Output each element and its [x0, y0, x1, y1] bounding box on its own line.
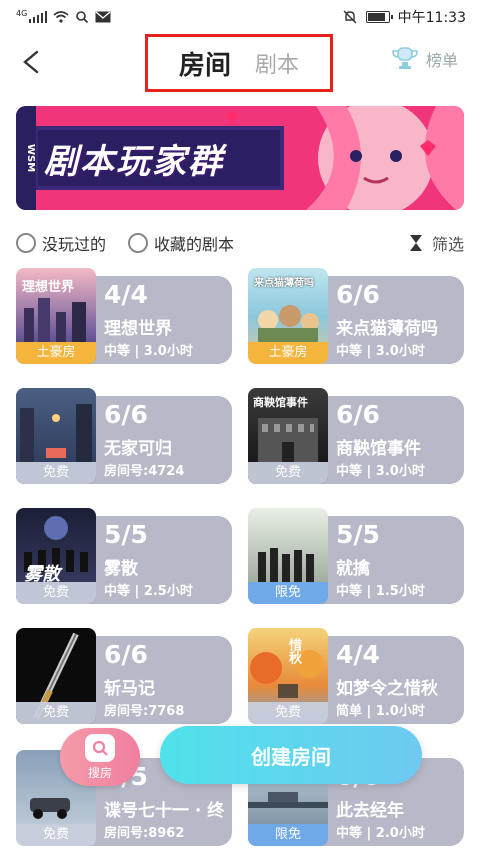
- room-name: 雾散: [104, 559, 138, 579]
- room-card[interactable]: 来点猫薄荷吗 土豪房 6/6 来点猫薄荷吗 中等 | 3.0小时: [248, 268, 464, 364]
- room-thumbnail: 商鞅馆事件 免费: [248, 388, 328, 484]
- filter-row: 没玩过的 收藏的剧本 筛选: [16, 228, 464, 258]
- thumb-title: 来点猫薄荷吗: [254, 278, 314, 289]
- player-count: 6/6: [104, 400, 148, 429]
- mail-icon: [95, 11, 111, 23]
- room-meta: 房间号:4724: [104, 464, 185, 479]
- hourglass-icon: [409, 235, 422, 251]
- room-thumbnail: 来点猫薄荷吗 土豪房: [248, 268, 328, 364]
- room-meta: 房间号:7768: [104, 704, 185, 719]
- create-room-button[interactable]: 创建房间: [160, 726, 422, 784]
- filter-favorites-label: 收藏的剧本: [154, 235, 235, 254]
- price-tag: 免费: [16, 702, 96, 724]
- room-card[interactable]: 商鞅馆事件 免费 6/6 商鞅馆事件 中等 | 3.0小时: [248, 388, 464, 484]
- back-arrow-icon: [23, 50, 39, 74]
- room-name: 来点猫薄荷吗: [336, 319, 438, 339]
- room-thumbnail: 理想世界 土豪房: [16, 268, 96, 364]
- search-room-button[interactable]: 搜房: [60, 728, 140, 786]
- wifi-icon: [53, 11, 69, 23]
- battery-icon: [365, 11, 393, 23]
- price-tag: 土豪房: [248, 342, 328, 364]
- player-count: 6/6: [104, 640, 148, 669]
- room-card[interactable]: 限免 5/5 就擒 中等 | 1.5小时: [248, 508, 464, 604]
- mute-bell-icon: [343, 10, 357, 24]
- signal-icon: [29, 11, 48, 23]
- price-tag: 限免: [248, 582, 328, 604]
- room-thumbnail: 惜秋 免费: [248, 628, 328, 724]
- filter-unplayed[interactable]: 没玩过的: [16, 231, 106, 255]
- room-card[interactable]: 雾散 免费 5/5 雾散 中等 | 2.5小时: [16, 508, 232, 604]
- trophy-icon: [392, 47, 418, 69]
- room-meta: 中等 | 3.0小时: [336, 464, 425, 479]
- room-meta: 中等 | 2.0小时: [336, 826, 425, 841]
- room-thumbnail: 限免: [248, 508, 328, 604]
- player-count: 4/4: [336, 640, 380, 669]
- price-tag: 免费: [248, 702, 328, 724]
- player-count: 5/5: [104, 520, 148, 549]
- search-status-icon: [76, 11, 89, 24]
- back-button[interactable]: [14, 44, 50, 80]
- banner[interactable]: WSM 剧本玩家群: [16, 106, 464, 210]
- room-name: 无家可归: [104, 439, 172, 459]
- room-meta: 中等 | 3.0小时: [336, 344, 425, 359]
- room-name: 商鞅馆事件: [336, 439, 421, 459]
- room-card[interactable]: 理想世界 土豪房 4/4 理想世界 中等 | 3.0小时: [16, 268, 232, 364]
- player-count: 6/6: [336, 400, 380, 429]
- thumb-title: 理想世界: [22, 280, 75, 295]
- price-tag: 土豪房: [16, 342, 96, 364]
- room-name: 理想世界: [104, 319, 172, 339]
- thumb-title: 商鞅馆事件: [253, 396, 308, 409]
- room-meta: 中等 | 1.5小时: [336, 584, 425, 599]
- room-card[interactable]: 惜秋 免费 4/4 如梦令之惜秋 简单 | 1.0小时: [248, 628, 464, 724]
- tab-switcher: 房间 剧本: [145, 34, 333, 92]
- filter-unplayed-label: 没玩过的: [42, 235, 107, 254]
- search-room-label: 搜房: [87, 765, 112, 780]
- tab-scripts[interactable]: 剧本: [255, 47, 299, 79]
- network-type: 4G: [16, 8, 28, 18]
- price-tag: 免费: [248, 462, 328, 484]
- room-thumbnail: 免费: [16, 388, 96, 484]
- room-meta: 简单 | 1.0小时: [336, 704, 425, 719]
- banner-title: 剧本玩家群: [44, 142, 224, 182]
- player-count: 5/5: [336, 520, 380, 549]
- house-search-icon: [85, 733, 115, 762]
- room-name: 此去经年: [336, 801, 404, 821]
- room-thumbnail: 雾散 免费: [16, 508, 96, 604]
- filter-label: 筛选: [431, 235, 464, 254]
- room-meta: 房间号:8962: [104, 826, 185, 841]
- room-name: 谍号七十一 · 终: [104, 801, 225, 821]
- room-name: 就擒: [336, 559, 370, 579]
- status-bar: 4G 中午11:33: [0, 0, 480, 34]
- room-thumbnail: 免费: [16, 628, 96, 724]
- radio-icon: [16, 233, 36, 253]
- room-meta: 中等 | 3.0小时: [104, 344, 193, 359]
- player-count: 6/6: [336, 280, 380, 309]
- price-tag: 免费: [16, 824, 96, 846]
- radio-icon: [128, 233, 149, 253]
- filter-favorites[interactable]: 收藏的剧本: [128, 231, 234, 255]
- filter-button[interactable]: 筛选: [408, 231, 464, 255]
- price-tag: 限免: [248, 824, 328, 846]
- banner-side-label: WSM: [16, 106, 36, 210]
- rank-label: 榜单: [425, 51, 458, 70]
- room-name: 斩马记: [104, 679, 155, 699]
- header: 房间 剧本 榜单: [0, 34, 480, 92]
- thumb-title: 惜秋: [286, 638, 301, 664]
- tab-rooms[interactable]: 房间: [174, 45, 236, 82]
- room-card[interactable]: 免费 6/6 无家可归 房间号:4724: [16, 388, 232, 484]
- room-name: 如梦令之惜秋: [336, 679, 438, 699]
- room-card[interactable]: 免费 6/6 斩马记 房间号:7768: [16, 628, 232, 724]
- room-meta: 中等 | 2.5小时: [104, 584, 193, 599]
- price-tag: 免费: [16, 582, 96, 604]
- clock: 中午11:33: [397, 10, 466, 26]
- player-count: 4/4: [104, 280, 148, 309]
- rank-button[interactable]: 榜单: [390, 46, 458, 72]
- price-tag: 免费: [16, 462, 96, 484]
